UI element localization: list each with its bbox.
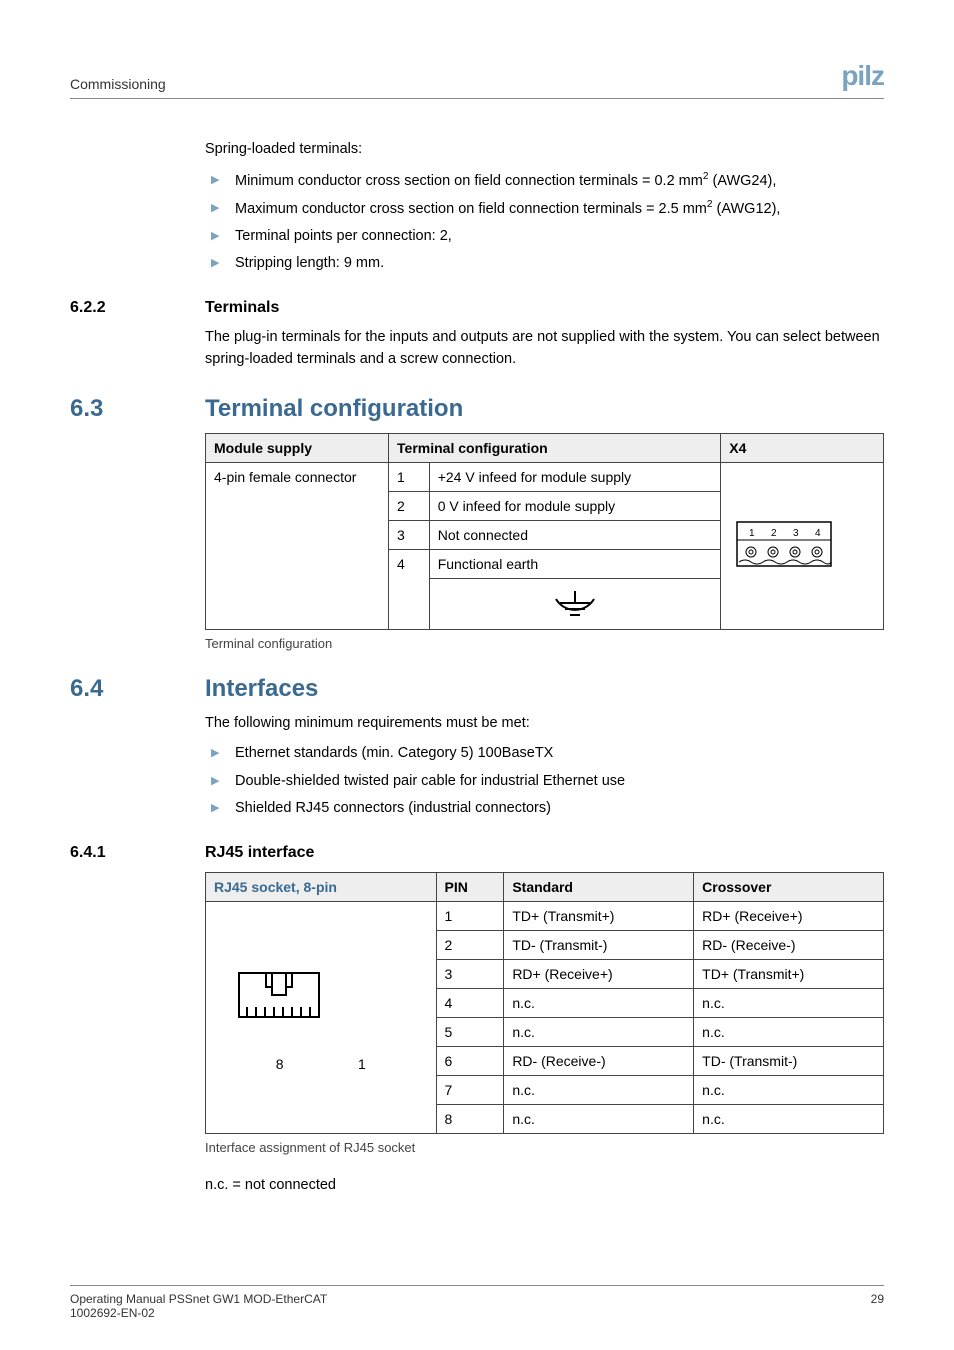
cell-connector-label: 4-pin female connector — [206, 462, 389, 629]
heading-text: Interfaces — [205, 675, 318, 703]
rj45-table: RJ45 socket, 8-pin PIN Standard Crossove… — [205, 872, 884, 1134]
rj45-caption: Interface assignment of RJ45 socket — [205, 1140, 884, 1155]
cell-desc: Not connected — [429, 520, 721, 549]
cell-pin: 2 — [436, 930, 504, 959]
cell-pin: 8 — [436, 1104, 504, 1133]
rj45-icon — [214, 963, 344, 1053]
interfaces-lead: The following minimum requirements must … — [205, 713, 884, 735]
cell-pin: 1 — [436, 901, 504, 930]
list-item: Ethernet standards (min. Category 5) 100… — [205, 742, 884, 765]
cell-std: n.c. — [504, 1075, 694, 1104]
cell-cross: TD+ (Transmit+) — [694, 959, 884, 988]
functional-earth-symbol-cell — [429, 578, 721, 629]
rj45-label-1: 1 — [358, 1056, 366, 1072]
heading-text: Terminal configuration — [205, 395, 463, 423]
cell-desc: Functional earth — [429, 549, 721, 578]
list-item: Minimum conductor cross section on field… — [205, 169, 884, 193]
rj45-label-8: 8 — [276, 1056, 284, 1072]
cell-pin: 5 — [436, 1017, 504, 1046]
cell-desc: 0 V infeed for module supply — [429, 491, 721, 520]
th-pin: PIN — [436, 872, 504, 901]
svg-text:3: 3 — [793, 528, 799, 539]
terminal-config-caption: Terminal configuration — [205, 636, 884, 651]
cell-pin: 4 — [436, 988, 504, 1017]
th-terminal-config: Terminal configuration — [389, 433, 721, 462]
terminals-paragraph: The plug-in terminals for the inputs and… — [205, 327, 884, 371]
cell-pin: 1 — [389, 462, 430, 491]
th-x4: X4 — [721, 433, 884, 462]
heading-text: Terminals — [205, 299, 279, 317]
svg-text:4: 4 — [815, 528, 821, 539]
heading-6-4-1: 6.4.1 RJ45 interface — [70, 844, 884, 862]
page-number: 29 — [871, 1292, 884, 1320]
pilz-logo: pilz — [841, 60, 884, 92]
heading-text: RJ45 interface — [205, 844, 314, 862]
spring-terminals-list: Minimum conductor cross section on field… — [205, 169, 884, 275]
bullet-suffix: (AWG12), — [713, 201, 781, 217]
cell-cross: n.c. — [694, 1075, 884, 1104]
heading-6-4: 6.4 Interfaces — [70, 675, 884, 703]
heading-number: 6.3 — [70, 395, 205, 423]
th-module-supply: Module supply — [206, 433, 389, 462]
cell-std: n.c. — [504, 988, 694, 1017]
cell-std: n.c. — [504, 1017, 694, 1046]
nc-note: n.c. = not connected — [205, 1175, 884, 1197]
heading-6-2-2: 6.2.2 Terminals — [70, 299, 884, 317]
th-standard: Standard — [504, 872, 694, 901]
earth-icon — [550, 589, 600, 623]
list-item: Maximum conductor cross section on field… — [205, 197, 884, 221]
cell-cross: RD- (Receive-) — [694, 930, 884, 959]
bullet-suffix: (AWG24), — [708, 173, 776, 189]
list-item: Double-shielded twisted pair cable for i… — [205, 770, 884, 793]
bullet-text: Maximum conductor cross section on field… — [235, 201, 707, 217]
cell-std: RD- (Receive-) — [504, 1046, 694, 1075]
cell-cross: n.c. — [694, 988, 884, 1017]
connector-icon: 1 2 3 4 — [729, 514, 839, 574]
cell-pin: 4 — [389, 549, 430, 629]
heading-number: 6.4.1 — [70, 844, 205, 862]
terminal-config-table: Module supply Terminal configuration X4 … — [205, 433, 884, 630]
header-section: Commissioning — [70, 76, 166, 92]
cell-cross: n.c. — [694, 1017, 884, 1046]
list-item: Stripping length: 9 mm. — [205, 252, 884, 275]
cell-std: RD+ (Receive+) — [504, 959, 694, 988]
bullet-text: Minimum conductor cross section on field… — [235, 173, 703, 189]
cell-cross: TD- (Transmit-) — [694, 1046, 884, 1075]
heading-6-3: 6.3 Terminal configuration — [70, 395, 884, 423]
cell-desc: +24 V infeed for module supply — [429, 462, 721, 491]
interfaces-list: Ethernet standards (min. Category 5) 100… — [205, 742, 884, 820]
cell-std: TD+ (Transmit+) — [504, 901, 694, 930]
th-crossover: Crossover — [694, 872, 884, 901]
cell-std: TD- (Transmit-) — [504, 930, 694, 959]
cell-cross: n.c. — [694, 1104, 884, 1133]
spring-terminals-lead: Spring-loaded terminals: — [205, 139, 884, 161]
cell-pin: 6 — [436, 1046, 504, 1075]
rj45-socket-diagram: 8 1 — [206, 901, 437, 1133]
list-item: Shielded RJ45 connectors (industrial con… — [205, 797, 884, 820]
svg-text:2: 2 — [771, 528, 777, 539]
th-rj45: RJ45 socket, 8-pin — [206, 872, 437, 901]
x4-connector-diagram: 1 2 3 4 — [721, 462, 884, 629]
list-item: Terminal points per connection: 2, — [205, 225, 884, 248]
cell-pin: 7 — [436, 1075, 504, 1104]
footer-line1: Operating Manual PSSnet GW1 MOD-EtherCAT — [70, 1292, 327, 1306]
cell-pin: 3 — [389, 520, 430, 549]
page-header: Commissioning pilz — [70, 60, 884, 99]
cell-cross: RD+ (Receive+) — [694, 901, 884, 930]
cell-pin: 2 — [389, 491, 430, 520]
heading-number: 6.4 — [70, 675, 205, 703]
cell-std: n.c. — [504, 1104, 694, 1133]
heading-number: 6.2.2 — [70, 299, 205, 317]
cell-pin: 3 — [436, 959, 504, 988]
footer-line2: 1002692-EN-02 — [70, 1306, 327, 1320]
page-footer: Operating Manual PSSnet GW1 MOD-EtherCAT… — [70, 1285, 884, 1320]
svg-text:1: 1 — [749, 528, 755, 539]
